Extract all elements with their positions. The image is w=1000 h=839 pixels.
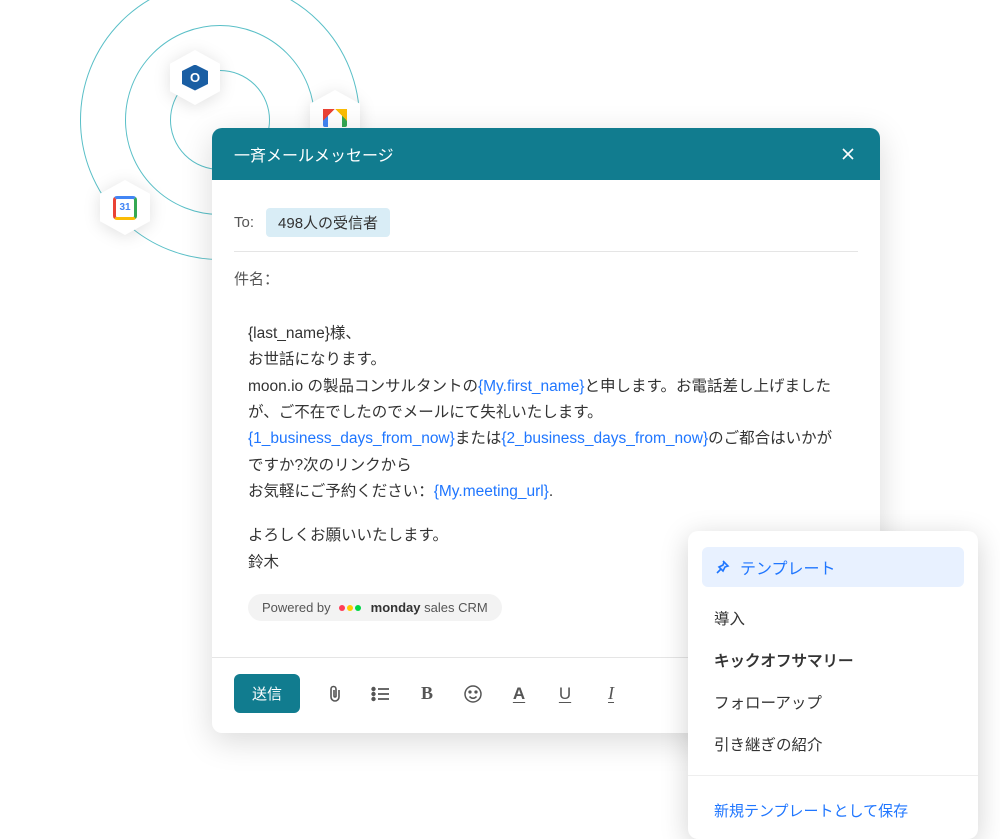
template-item-intro[interactable]: 導入 [688, 597, 978, 639]
close-button[interactable] [838, 144, 858, 164]
send-button[interactable]: 送信 [234, 674, 300, 713]
google-calendar-icon: 31 [100, 180, 150, 235]
compose-window: 一斉メールメッセージ To: 498人の受信者 件名： {last_name}様… [212, 128, 880, 733]
token-my-first-name[interactable]: {My.first_name} [478, 378, 585, 395]
body-line-5a: お気軽にご予約ください： [248, 483, 434, 500]
recipients-chip[interactable]: 498人の受信者 [266, 208, 390, 237]
subject-label: 件名： [234, 271, 279, 288]
powered-suffix: sales CRM [421, 600, 488, 615]
to-label: To: [234, 214, 254, 231]
template-item-handoff[interactable]: 引き継ぎの紹介 [688, 723, 978, 765]
body-line-5b: . [549, 483, 553, 500]
powered-brand: monday [371, 600, 421, 615]
body-line-4a: または [455, 430, 502, 447]
body-signature-name: 鈴木 [248, 554, 279, 571]
italic-icon[interactable]: I [600, 683, 622, 705]
body-signoff: よろしくお願いいたします。 [248, 527, 448, 544]
body-line-1: {last_name}様、 [248, 325, 361, 342]
monday-logo-icon [339, 605, 361, 611]
to-field-row: To: 498人の受信者 [234, 198, 858, 252]
bold-icon[interactable]: B [416, 683, 438, 705]
templates-dropdown: テンプレート 導入 キックオフサマリー フォローアップ 引き継ぎの紹介 新規テン… [688, 531, 978, 839]
template-item-followup[interactable]: フォローアップ [688, 681, 978, 723]
token-2-business-days[interactable]: {2_business_days_from_now} [501, 430, 708, 447]
templates-header[interactable]: テンプレート [702, 547, 964, 587]
templates-header-label: テンプレート [740, 555, 836, 579]
templates-divider [688, 775, 978, 776]
token-1-business-day[interactable]: {1_business_days_from_now} [248, 430, 455, 447]
template-item-kickoff[interactable]: キックオフサマリー [688, 639, 978, 681]
bullet-list-icon[interactable] [370, 683, 392, 705]
attachment-icon[interactable] [324, 683, 346, 705]
text-color-icon[interactable]: A [508, 683, 530, 705]
body-line-2: お世話になります。 [248, 351, 386, 368]
token-meeting-url[interactable]: {My.meeting_url} [434, 483, 549, 500]
pin-icon [714, 559, 730, 575]
compose-header: 一斉メールメッセージ [212, 128, 880, 180]
outlook-icon: O [170, 50, 220, 105]
subject-field-row[interactable]: 件名： [234, 252, 858, 303]
powered-prefix: Powered by [262, 600, 331, 615]
body-line-3a: moon.io の製品コンサルタントの [248, 378, 478, 395]
underline-icon[interactable]: U [554, 683, 576, 705]
powered-by-badge: Powered by monday sales CRM [248, 594, 502, 621]
save-as-new-template[interactable]: 新規テンプレートとして保存 [688, 786, 978, 839]
compose-title: 一斉メールメッセージ [234, 142, 394, 166]
emoji-icon[interactable] [462, 683, 484, 705]
